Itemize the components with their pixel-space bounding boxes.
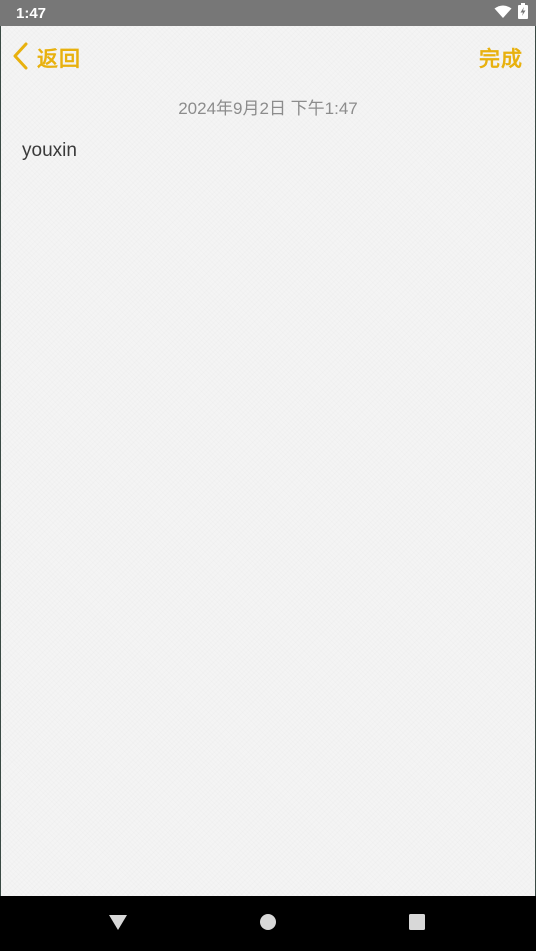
back-triangle-icon bbox=[108, 913, 128, 935]
screen: 1:47 返回 完成 2024年9月2日 下午1:47 youxin bbox=[0, 0, 536, 951]
chevron-left-icon bbox=[11, 42, 29, 74]
nav-home-button[interactable] bbox=[250, 906, 286, 942]
navigation-bar bbox=[0, 896, 536, 951]
back-label: 返回 bbox=[37, 47, 81, 71]
status-icons bbox=[494, 3, 528, 23]
home-circle-icon bbox=[259, 913, 277, 935]
recents-square-icon bbox=[408, 913, 426, 935]
wifi-icon bbox=[494, 4, 512, 23]
done-button[interactable]: 完成 bbox=[479, 42, 523, 74]
status-bar: 1:47 bbox=[0, 0, 536, 26]
battery-charging-icon bbox=[518, 3, 528, 23]
status-time: 1:47 bbox=[16, 4, 47, 22]
nav-recents-button[interactable] bbox=[399, 906, 435, 942]
note-editor: 返回 完成 2024年9月2日 下午1:47 youxin bbox=[1, 26, 535, 896]
note-body[interactable]: youxin bbox=[22, 138, 512, 164]
back-button[interactable]: 返回 bbox=[11, 42, 81, 74]
note-date: 2024年9月2日 下午1:47 bbox=[178, 99, 358, 118]
nav-back-button[interactable] bbox=[100, 906, 136, 942]
